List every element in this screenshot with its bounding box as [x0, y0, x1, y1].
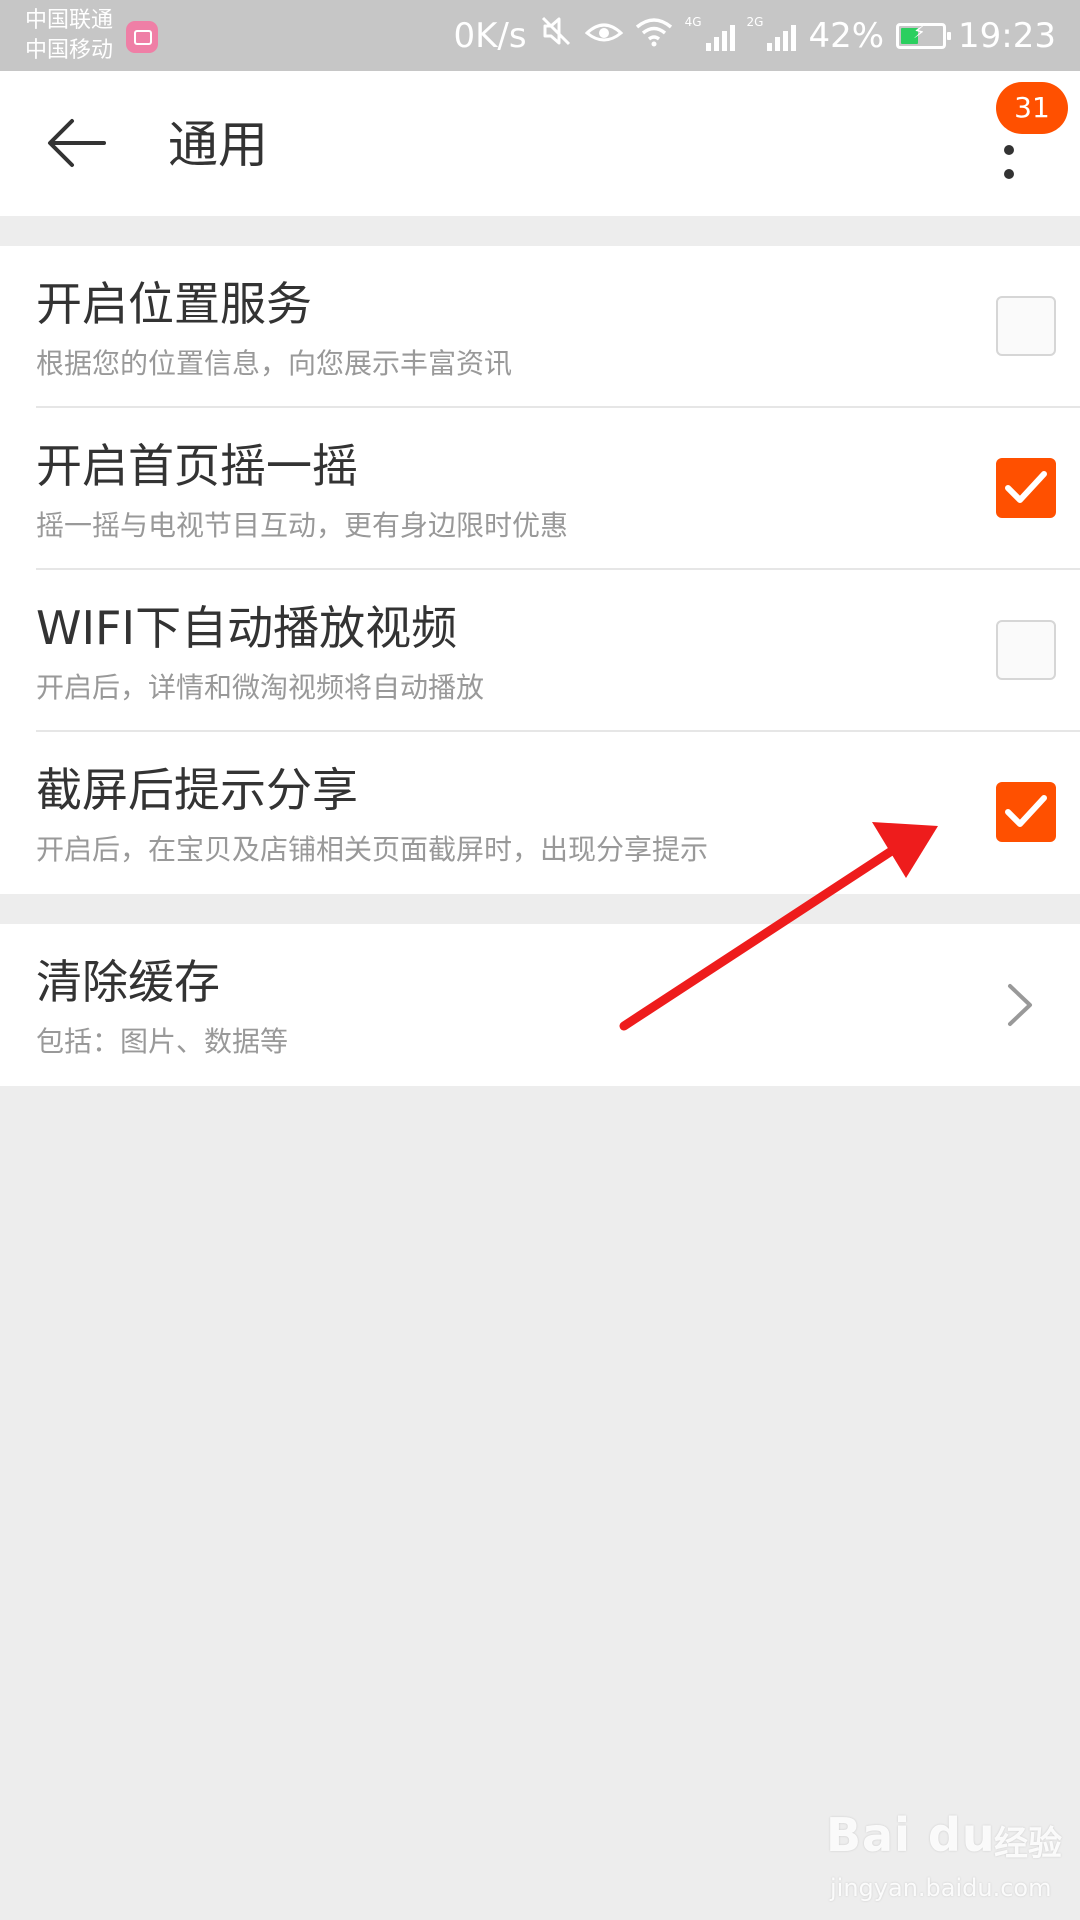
- setting-wifi-autoplay[interactable]: WIFI下自动播放视频 开启后，详情和微淘视频将自动播放: [0, 570, 1080, 732]
- setting-subtitle: 根据您的位置信息，向您展示丰富资讯: [36, 347, 513, 380]
- setting-screenshot-share[interactable]: 截屏后提示分享 开启后，在宝贝及店铺相关页面截屏时，出现分享提示: [0, 732, 1080, 894]
- setting-title: WIFI下自动播放视频: [36, 601, 458, 655]
- setting-title: 开启位置服务: [36, 277, 312, 331]
- screenshot-share-checkbox[interactable]: [996, 782, 1056, 842]
- status-bar: 中国联通 中国移动 0K/s 4G 2G 42% ⚡ 19:23: [0, 0, 1080, 71]
- eye-comfort-icon: [584, 16, 623, 56]
- cache-group: 清除缓存 包括：图片、数据等: [0, 924, 1080, 1086]
- setting-location-service[interactable]: 开启位置服务 根据您的位置信息，向您展示丰富资讯: [0, 246, 1080, 408]
- setting-shake[interactable]: 开启首页摇一摇 摇一摇与电视节目互动，更有身边限时优惠: [0, 408, 1080, 570]
- settings-group: 开启位置服务 根据您的位置信息，向您展示丰富资讯 开启首页摇一摇 摇一摇与电视节…: [0, 246, 1080, 894]
- net-speed: 0K/s: [453, 15, 527, 56]
- shake-checkbox[interactable]: [996, 458, 1056, 518]
- more-dot: [1004, 169, 1014, 179]
- more-vertical-icon: [1004, 145, 1014, 155]
- more-button[interactable]: [988, 133, 1028, 213]
- battery-charging-icon: ⚡: [896, 21, 952, 49]
- baidu-jingyan-watermark: Bai du 经验 jingyan.baidu.com: [826, 1808, 1066, 1908]
- check-icon: [1005, 471, 1047, 503]
- arrow-left-icon: [48, 119, 106, 167]
- wifi-autoplay-checkbox[interactable]: [996, 620, 1056, 680]
- watermark-logo: Bai du: [826, 1808, 996, 1862]
- setting-title: 开启首页摇一摇: [36, 439, 358, 493]
- page-title: 通用: [168, 116, 268, 174]
- setting-subtitle: 开启后，在宝贝及店铺相关页面截屏时，出现分享提示: [36, 833, 709, 866]
- location-checkbox[interactable]: [996, 296, 1056, 356]
- carrier-2-label: 中国移动: [25, 38, 114, 63]
- clear-cache-row[interactable]: 清除缓存 包括：图片、数据等: [0, 924, 1080, 1086]
- signal-4g-icon: [705, 21, 735, 51]
- mute-icon: [539, 14, 573, 57]
- chevron-right-icon: [1008, 984, 1032, 1026]
- battery-percent: 42%: [808, 15, 885, 56]
- notification-badge: 31: [996, 82, 1068, 134]
- back-button[interactable]: [44, 107, 122, 179]
- wifi-icon: [635, 16, 673, 56]
- signal-2g-icon: [767, 21, 797, 51]
- carrier-info: 中国联通 中国移动: [25, 6, 113, 66]
- cache-subtitle: 包括：图片、数据等: [36, 1025, 289, 1058]
- app-bar: 通用: [0, 71, 1080, 216]
- charging-bolt-icon: ⚡: [913, 21, 926, 43]
- network-1-label: 4G: [684, 14, 702, 29]
- status-icons: 0K/s 4G 2G 42% ⚡ 19:23: [453, 0, 1056, 71]
- cache-title: 清除缓存: [36, 955, 220, 1009]
- app-notification-icon: [126, 21, 158, 53]
- setting-title: 截屏后提示分享: [36, 763, 358, 817]
- clock: 19:23: [958, 15, 1056, 56]
- setting-subtitle: 摇一摇与电视节目互动，更有身边限时优惠: [36, 509, 569, 542]
- network-2-label: 2G: [746, 14, 764, 29]
- watermark-url: jingyan.baidu.com: [830, 1874, 1052, 1902]
- carrier-1-label: 中国联通: [25, 8, 114, 33]
- setting-subtitle: 开启后，详情和微淘视频将自动播放: [36, 671, 485, 704]
- watermark-brand: 经验: [994, 1824, 1062, 1864]
- check-icon: [1005, 795, 1047, 827]
